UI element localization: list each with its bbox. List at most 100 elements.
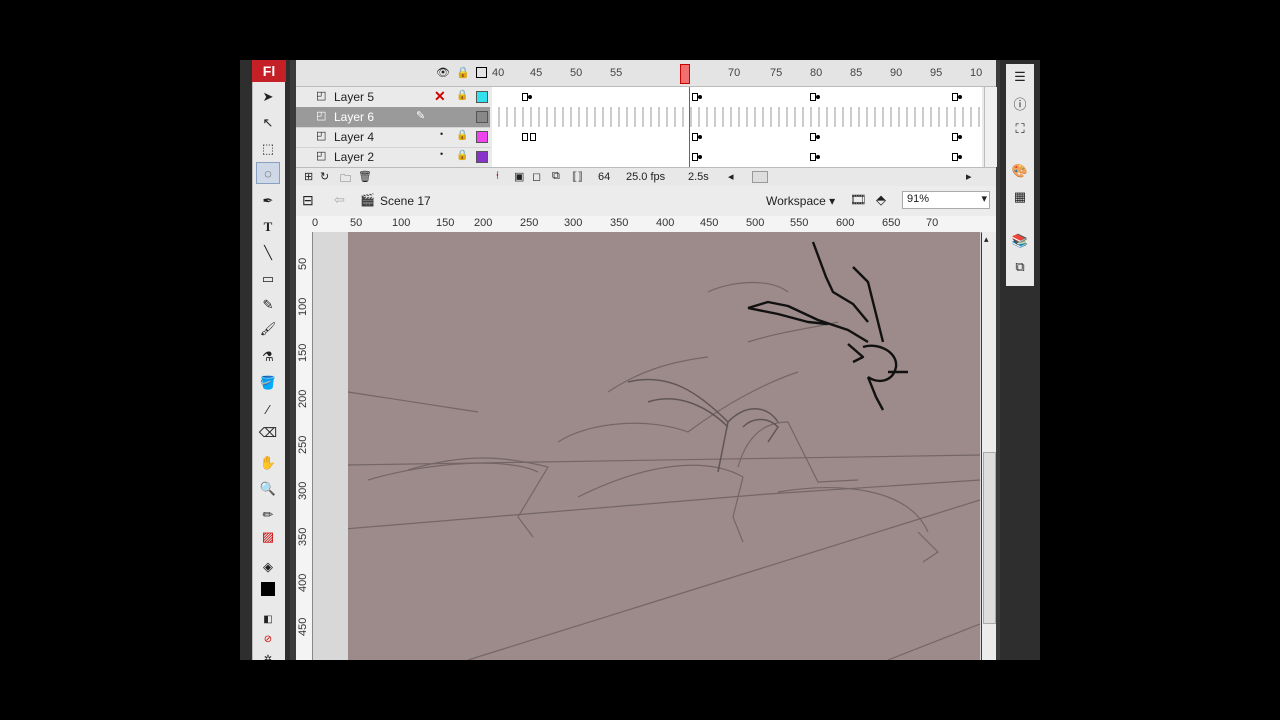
frame-label: 55 bbox=[610, 67, 623, 79]
brush-icon[interactable]: 🖌 bbox=[256, 318, 280, 340]
subselection-icon[interactable]: ↖ bbox=[256, 112, 280, 134]
layer-row-6[interactable]: ◰ Layer 6 ✎ bbox=[296, 107, 490, 128]
timeline-footer: ⊞ ↻ 🗀 🗑 ⍿ ▣ ◻ ⧉ ⟦⟧ 64 25.0 fps 2.5s ◂ ▸ bbox=[296, 167, 996, 187]
edit-scene-icon[interactable]: 🎞 bbox=[850, 192, 867, 208]
rectangle-icon[interactable]: ▭ bbox=[256, 268, 280, 290]
edit-multiple-icon[interactable]: ⧉ bbox=[552, 170, 560, 183]
ruler-label: 100 bbox=[392, 217, 411, 229]
frames-row[interactable] bbox=[492, 127, 982, 148]
lock-icon[interactable]: 🔒 bbox=[456, 150, 468, 161]
ruler-label: 250 bbox=[297, 435, 309, 454]
pencil-icon[interactable]: ✎ bbox=[256, 294, 280, 316]
line-icon[interactable]: ╲ bbox=[256, 242, 280, 264]
ruler-label: 350 bbox=[297, 527, 309, 546]
text-icon[interactable]: T bbox=[256, 216, 280, 238]
no-color-icon[interactable]: ▨ bbox=[256, 526, 280, 548]
lock-icon[interactable]: 🔒 bbox=[456, 66, 470, 79]
ruler-label: 600 bbox=[836, 217, 855, 229]
frame-label: 40 bbox=[492, 67, 505, 79]
scene-name[interactable]: Scene 17 bbox=[380, 194, 431, 208]
layer-color-swatch[interactable] bbox=[476, 151, 488, 163]
stage-vscroll[interactable]: ▴ bbox=[982, 232, 996, 660]
info-icon[interactable]: ⓘ bbox=[1010, 94, 1030, 112]
onion-markers-icon[interactable]: ⟦⟧ bbox=[572, 170, 583, 183]
lasso-icon[interactable]: ◌ bbox=[256, 162, 280, 184]
ruler-label: 50 bbox=[297, 257, 309, 270]
stroke-color-icon[interactable]: ✏ bbox=[256, 504, 280, 526]
ruler-label: 550 bbox=[790, 217, 809, 229]
eraser-icon[interactable]: ⌫ bbox=[256, 422, 280, 444]
none-color-icon[interactable]: ⊘ bbox=[256, 628, 280, 650]
ruler-label: 70 bbox=[926, 217, 939, 229]
edit-symbol-icon[interactable]: ⬘ bbox=[876, 192, 886, 208]
lock-icon[interactable]: 🔒 bbox=[456, 90, 468, 101]
center-frame-icon[interactable]: ⍿ bbox=[496, 170, 499, 183]
ink-bottle-icon[interactable]: ⚗ bbox=[256, 346, 280, 368]
components-icon[interactable]: ⧉ bbox=[1010, 258, 1030, 276]
ruler-label: 200 bbox=[474, 217, 493, 229]
scroll-up-icon[interactable]: ▴ bbox=[984, 234, 989, 245]
zoom-icon[interactable]: 🔍 bbox=[256, 478, 280, 500]
hand-icon[interactable]: ✋ bbox=[256, 452, 280, 474]
timeline-hscroll-thumb[interactable] bbox=[752, 171, 768, 183]
ruler-label: 0 bbox=[312, 217, 319, 229]
frame-label: 50 bbox=[570, 67, 583, 79]
back-arrow-icon[interactable]: ⇦ bbox=[334, 192, 345, 208]
free-transform-icon[interactable]: ⬚ bbox=[256, 138, 280, 160]
swap-colors-icon[interactable]: ◧ bbox=[256, 608, 280, 630]
ruler-label: 300 bbox=[564, 217, 583, 229]
zoom-select[interactable]: 91% ▾ bbox=[902, 191, 990, 209]
workspace-menu[interactable]: Workspace ▾ bbox=[766, 194, 835, 208]
layer-color-swatch[interactable] bbox=[476, 111, 488, 123]
layer-icon: ◰ bbox=[316, 90, 327, 102]
visible-dot-icon[interactable]: • bbox=[440, 149, 443, 159]
eye-icon[interactable]: 👁 bbox=[436, 66, 450, 79]
hidden-x-icon[interactable]: ✕ bbox=[434, 88, 446, 105]
swatches-icon[interactable]: ▦ bbox=[1010, 188, 1030, 206]
eyedropper-icon[interactable]: ⁄ bbox=[256, 398, 280, 420]
scroll-left-icon[interactable]: ◂ bbox=[728, 170, 734, 183]
selection-icon[interactable]: ➤ bbox=[256, 86, 280, 108]
layer-row-2[interactable]: ◰ Layer 2 • 🔒 bbox=[296, 147, 490, 168]
ruler-label: 400 bbox=[297, 573, 309, 592]
lock-icon[interactable]: 🔒 bbox=[456, 130, 468, 141]
layer-row-4[interactable]: ◰ Layer 4 • 🔒 bbox=[296, 127, 490, 148]
frame-label: 80 bbox=[810, 67, 823, 79]
stage-canvas[interactable] bbox=[307, 232, 981, 660]
new-layer-icon[interactable]: ⊞ bbox=[304, 170, 313, 183]
library-icon[interactable]: 📚 bbox=[1010, 232, 1030, 250]
paint-bucket-icon[interactable]: 🪣 bbox=[256, 372, 280, 394]
motion-guide-icon[interactable]: ↻ bbox=[320, 170, 329, 183]
frame-label: 10 bbox=[970, 67, 983, 79]
panel-dock: ☰ ⓘ ⛶ 🎨 ▦ 📚 ⧉ bbox=[1000, 60, 1040, 660]
playhead[interactable] bbox=[680, 64, 690, 84]
visible-dot-icon[interactable]: • bbox=[440, 129, 443, 139]
timeline-vscroll[interactable] bbox=[984, 87, 997, 167]
layer-row-5[interactable]: ◰ Layer 5 ✕ 🔒 bbox=[296, 87, 490, 108]
frames-row[interactable] bbox=[492, 87, 982, 108]
layer-color-swatch[interactable] bbox=[476, 131, 488, 143]
pen-icon[interactable]: ✒ bbox=[256, 190, 280, 212]
onion-skin-icon[interactable]: ▣ bbox=[514, 170, 524, 183]
paint-bucket-small-icon[interactable]: ◈ bbox=[256, 556, 280, 578]
transform-icon[interactable]: ⛶ bbox=[1010, 120, 1030, 138]
fill-color-icon[interactable] bbox=[256, 578, 280, 600]
frame-label: 90 bbox=[890, 67, 903, 79]
timeline-header: 👁 🔒 40 45 50 55 70 75 80 85 90 95 10 bbox=[296, 60, 996, 87]
color-icon[interactable]: 🎨 bbox=[1010, 162, 1030, 180]
stage-vscroll-thumb[interactable] bbox=[983, 452, 996, 624]
pencil-edit-icon: ✎ bbox=[416, 110, 426, 122]
timeline-toggle-icon[interactable]: ⊟ bbox=[302, 192, 314, 209]
outline-icon[interactable] bbox=[476, 67, 487, 78]
snap-icon[interactable]: ✲ bbox=[256, 648, 280, 661]
onion-outline-icon[interactable]: ◻ bbox=[532, 170, 541, 183]
trash-icon[interactable]: 🗑 bbox=[358, 170, 372, 183]
scroll-right-icon[interactable]: ▸ bbox=[966, 170, 972, 183]
edit-bar: ⊟ ⇦ 🎬 Scene 17 Workspace ▾ 🎞 ⬘ 91% ▾ bbox=[296, 186, 996, 217]
frames-row[interactable] bbox=[492, 147, 982, 168]
layer-color-swatch[interactable] bbox=[476, 91, 488, 103]
frame-label: 95 bbox=[930, 67, 943, 79]
frames-row-selected[interactable] bbox=[492, 107, 982, 128]
properties-icon[interactable]: ☰ bbox=[1010, 68, 1030, 86]
frame-rate[interactable]: 25.0 fps bbox=[626, 171, 665, 183]
